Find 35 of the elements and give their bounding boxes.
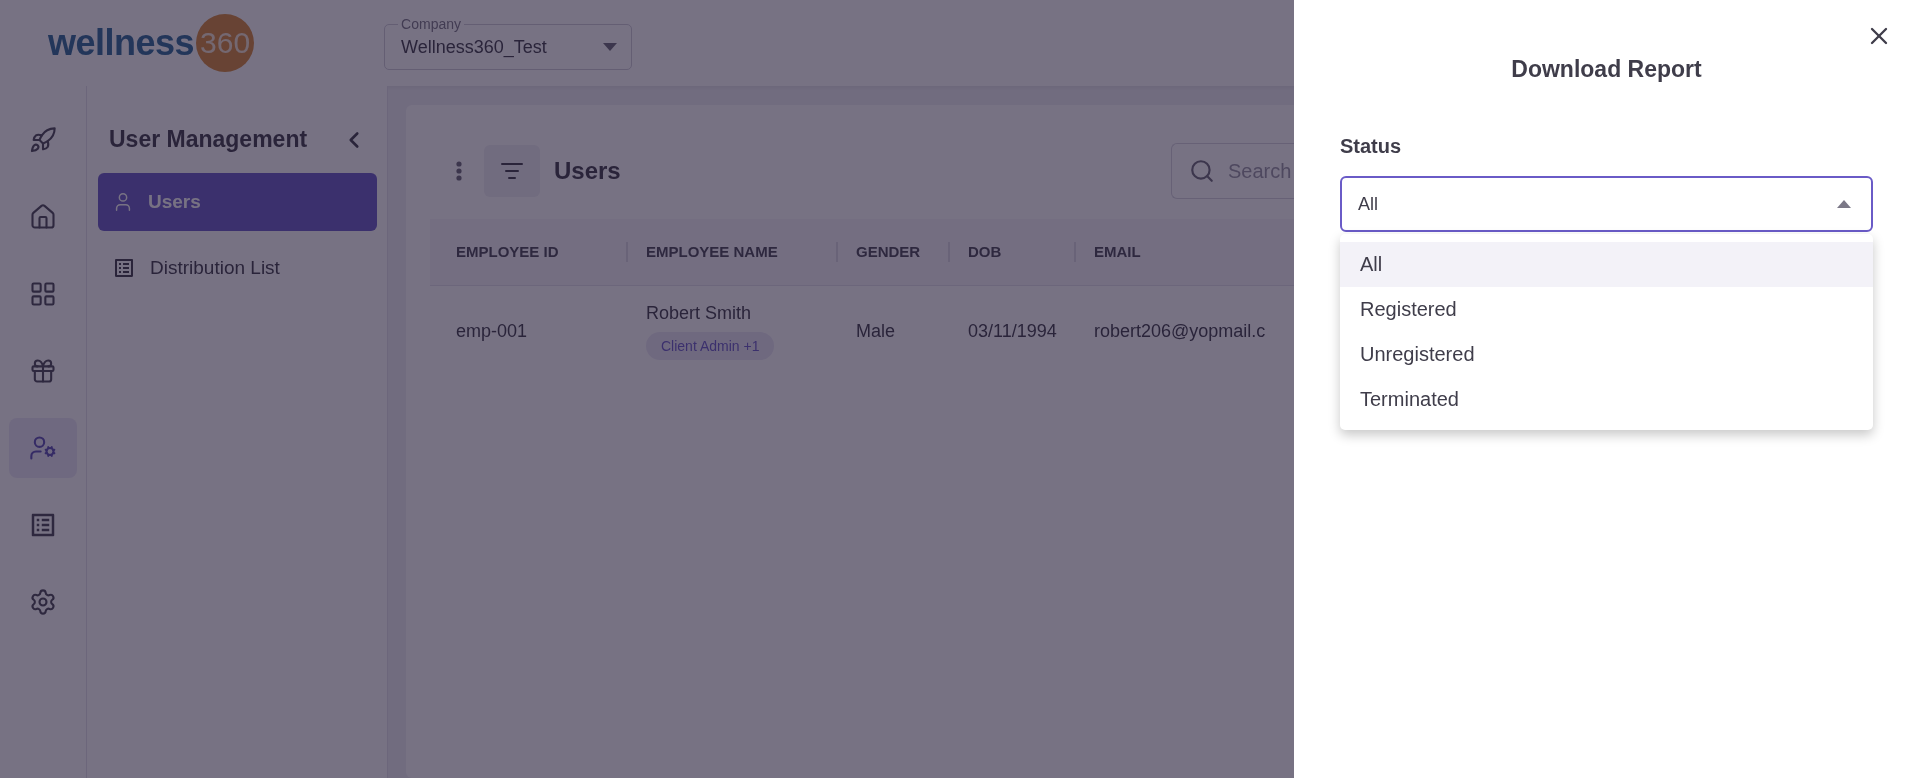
list-icon bbox=[112, 256, 136, 280]
user-gear-icon bbox=[29, 434, 57, 462]
table-cell-text: 03/11/1994 bbox=[968, 320, 1058, 342]
gift-icon bbox=[29, 357, 57, 385]
settings-icon bbox=[29, 588, 57, 616]
column-header: DOB bbox=[968, 242, 1076, 262]
logo: wellness 360 bbox=[48, 14, 255, 72]
caret-icon bbox=[1837, 200, 1851, 208]
table-cell: Robert Smith bbox=[646, 302, 752, 324]
table-cell-text: Male bbox=[856, 320, 896, 342]
status-select[interactable]: All bbox=[1340, 176, 1873, 232]
field-label: Status bbox=[1340, 135, 1403, 158]
dropdown-option[interactable]: Terminated bbox=[1340, 377, 1873, 422]
drawer-title: Download Report bbox=[1510, 56, 1703, 83]
grid-icon bbox=[29, 280, 57, 308]
panel-title: Users bbox=[554, 157, 621, 185]
table-cell-text: robert206@yopmail.c bbox=[1094, 320, 1267, 342]
column-header: EMPLOYEE ID bbox=[456, 242, 628, 262]
search-icon bbox=[1189, 158, 1215, 184]
filter-button[interactable] bbox=[484, 145, 540, 197]
dropdown-option[interactable]: Registered bbox=[1340, 287, 1873, 332]
section-title: User Management bbox=[109, 126, 308, 153]
column-header: EMAIL bbox=[1094, 242, 1142, 262]
more-icon bbox=[456, 161, 462, 181]
more-button[interactable] bbox=[456, 161, 462, 181]
caret-icon bbox=[603, 43, 618, 51]
role-badge: Client Admin +1 bbox=[646, 331, 775, 360]
rocket-icon bbox=[29, 126, 57, 154]
column-header: GENDER bbox=[856, 242, 950, 262]
dropdown-option[interactable]: Unregistered bbox=[1340, 332, 1873, 377]
dropdown-option[interactable]: All bbox=[1340, 242, 1873, 287]
table-cell-text: emp-001 bbox=[456, 320, 529, 342]
home-icon bbox=[29, 203, 57, 231]
nav-button[interactable] bbox=[9, 418, 77, 478]
column-header: EMPLOYEE NAME bbox=[646, 242, 838, 262]
